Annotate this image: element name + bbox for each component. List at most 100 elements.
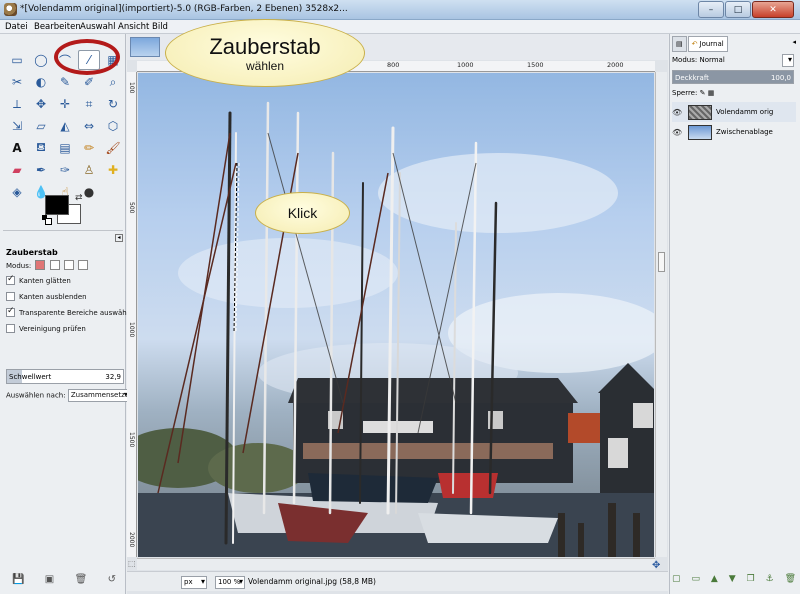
perspective-clone-icon[interactable]: ◈ (6, 182, 28, 202)
mode-label: Modus: (6, 262, 32, 270)
airbrush-icon[interactable]: ✒ (30, 160, 52, 180)
flip-icon[interactable]: ⇔ (78, 116, 100, 136)
horizontal-scrollbar[interactable] (137, 558, 655, 570)
antialias-checkbox[interactable] (6, 274, 15, 285)
harbor-photo-canvas[interactable] (138, 73, 654, 557)
callout-main-line1: Zauberstab (209, 33, 321, 59)
color-swatches[interactable]: ⇄ (42, 193, 85, 229)
tab-layers[interactable]: ▤ (672, 36, 687, 52)
swap-colors-icon[interactable]: ⇄ (75, 193, 83, 203)
clone-icon[interactable]: ♙ (78, 160, 100, 180)
layer-thumbnail (688, 104, 712, 120)
lower-layer-icon[interactable]: ▼ (729, 574, 736, 584)
image-tab-thumbnail[interactable] (130, 37, 160, 57)
lock-pixels-icon[interactable]: ✎ (700, 89, 706, 97)
menu-datei[interactable]: Datei (5, 22, 28, 32)
close-button[interactable]: ✕ (752, 1, 794, 18)
transparent-row[interactable]: Transparente Bereiche auswählen (6, 306, 137, 317)
text-icon[interactable]: A (6, 138, 28, 158)
shear-icon[interactable]: ▱ (30, 116, 52, 136)
rotate-icon[interactable]: ↻ (102, 94, 124, 114)
foreground-select-icon[interactable]: ◐ (30, 72, 52, 92)
menu-bild[interactable]: Bild (152, 22, 168, 32)
select-by-row: Auswählen nach: Zusammensetzung (6, 389, 138, 402)
visibility-eye-icon[interactable]: 👁 (672, 128, 684, 137)
menu-ansicht[interactable]: Ansicht (118, 22, 149, 32)
move-icon[interactable]: ✥ (30, 94, 52, 114)
delete-layer-icon[interactable]: 🗑 (785, 574, 796, 584)
harbor-scene-illustration (138, 101, 654, 557)
threshold-slider[interactable]: Schwellwert 32,9 (6, 369, 124, 384)
sample-merged-checkbox[interactable] (6, 324, 15, 333)
navigate-icon[interactable]: ✥ (652, 560, 660, 571)
pencil-icon[interactable]: ✏ (78, 138, 100, 158)
mode-add-button[interactable] (49, 260, 60, 270)
panel-menu-icon[interactable]: ◂ (115, 234, 123, 242)
restore-options-icon[interactable]: ▣ (45, 574, 54, 585)
eraser-icon[interactable]: ▰ (6, 160, 28, 180)
delete-options-icon[interactable]: 🗑 (75, 574, 88, 585)
feather-checkbox[interactable] (6, 292, 15, 301)
dock-menu-icon[interactable]: ◂ (792, 38, 796, 46)
callout-click-text: Klick (287, 205, 318, 221)
maximize-button[interactable]: □ (725, 1, 751, 18)
zoom-icon[interactable]: ⌕ (102, 72, 124, 92)
visibility-eye-icon[interactable]: 👁 (672, 108, 684, 117)
scale-icon[interactable]: ⇲ (6, 116, 28, 136)
zoom-dropdown[interactable]: 100 % (215, 576, 245, 589)
vertical-scrollbar[interactable] (655, 72, 667, 557)
foreground-color[interactable] (45, 195, 69, 215)
reset-options-icon[interactable]: ↺ (108, 574, 116, 585)
menu-bearbeiten[interactable]: Bearbeiten (34, 22, 81, 32)
anchor-layer-icon[interactable]: ⚓ (766, 574, 774, 584)
ink-icon[interactable]: ✑ (54, 160, 76, 180)
antialias-row[interactable]: Kanten glätten (6, 274, 71, 285)
transparent-checkbox[interactable] (6, 306, 15, 317)
ellipse-select-icon[interactable]: ◯ (30, 50, 52, 70)
heal-icon[interactable]: ✚ (102, 160, 124, 180)
color-picker-icon[interactable]: ✐ (78, 72, 100, 92)
measure-icon[interactable]: ⟂ (6, 94, 28, 114)
raise-layer-icon[interactable]: ▲ (711, 574, 718, 584)
quick-mask-icon[interactable]: ⬚ (128, 559, 136, 568)
rect-select-icon[interactable]: ▭ (6, 50, 28, 70)
window-title: *[Volendamm original](importiert)-5.0 (R… (20, 4, 348, 14)
new-layer-icon[interactable]: ▢ (672, 574, 681, 584)
reset-colors-icon[interactable] (42, 215, 52, 225)
blend-icon[interactable]: ▤ (54, 138, 76, 158)
paintbrush-icon[interactable]: 🖌 (102, 138, 124, 158)
mode-subtract-button[interactable] (63, 260, 74, 270)
tool-options-title: Zauberstab (6, 248, 58, 257)
layer-mode-dropdown[interactable] (782, 54, 794, 67)
layer-row[interactable]: 👁 Zwischenablage (672, 122, 796, 142)
feather-row[interactable]: Kanten ausblenden (6, 292, 87, 301)
crop-icon[interactable]: ⌗ (78, 94, 100, 114)
mode-replace-button[interactable] (35, 260, 46, 270)
select-by-dropdown[interactable]: Zusammensetzung (67, 389, 138, 402)
unit-dropdown[interactable]: px (181, 576, 207, 589)
scissors-icon[interactable]: ✂ (6, 72, 28, 92)
align-icon[interactable]: ✛ (54, 94, 76, 114)
mode-intersect-button[interactable] (78, 260, 89, 270)
vertical-scroll-thumb[interactable] (658, 252, 665, 272)
bucket-fill-icon[interactable]: ⛾ (30, 138, 52, 158)
folder-icon[interactable]: ▭ (691, 574, 700, 584)
minimize-button[interactable]: – (698, 1, 724, 18)
unit-value: px (184, 578, 193, 586)
tab-journal[interactable]: ↶ Journal (687, 36, 728, 52)
save-options-icon[interactable]: 💾 (12, 574, 24, 585)
sample-merged-row[interactable]: Vereinigung prüfen (6, 324, 86, 333)
duplicate-layer-icon[interactable]: ❐ (747, 574, 755, 584)
menu-auswahl[interactable]: Auswahl (80, 22, 116, 32)
vertical-ruler[interactable]: 100 500 1000 1500 2000 (127, 72, 137, 557)
journal-tab-label: Journal (699, 40, 724, 48)
feather-label: Kanten ausblenden (19, 293, 87, 301)
lock-alpha-icon[interactable]: ▦ (708, 89, 715, 97)
layer-row[interactable]: 👁 Volendamm orig (672, 102, 796, 122)
opacity-slider[interactable]: Deckkraft 100,0 (672, 70, 794, 84)
perspective-icon[interactable]: ◭ (54, 116, 76, 136)
cage-icon[interactable]: ⬡ (102, 116, 124, 136)
paths-icon[interactable]: ✎ (54, 72, 76, 92)
layer-mode-value: Normal (699, 56, 725, 64)
layer-mode-row: Modus: Normal (672, 56, 725, 64)
